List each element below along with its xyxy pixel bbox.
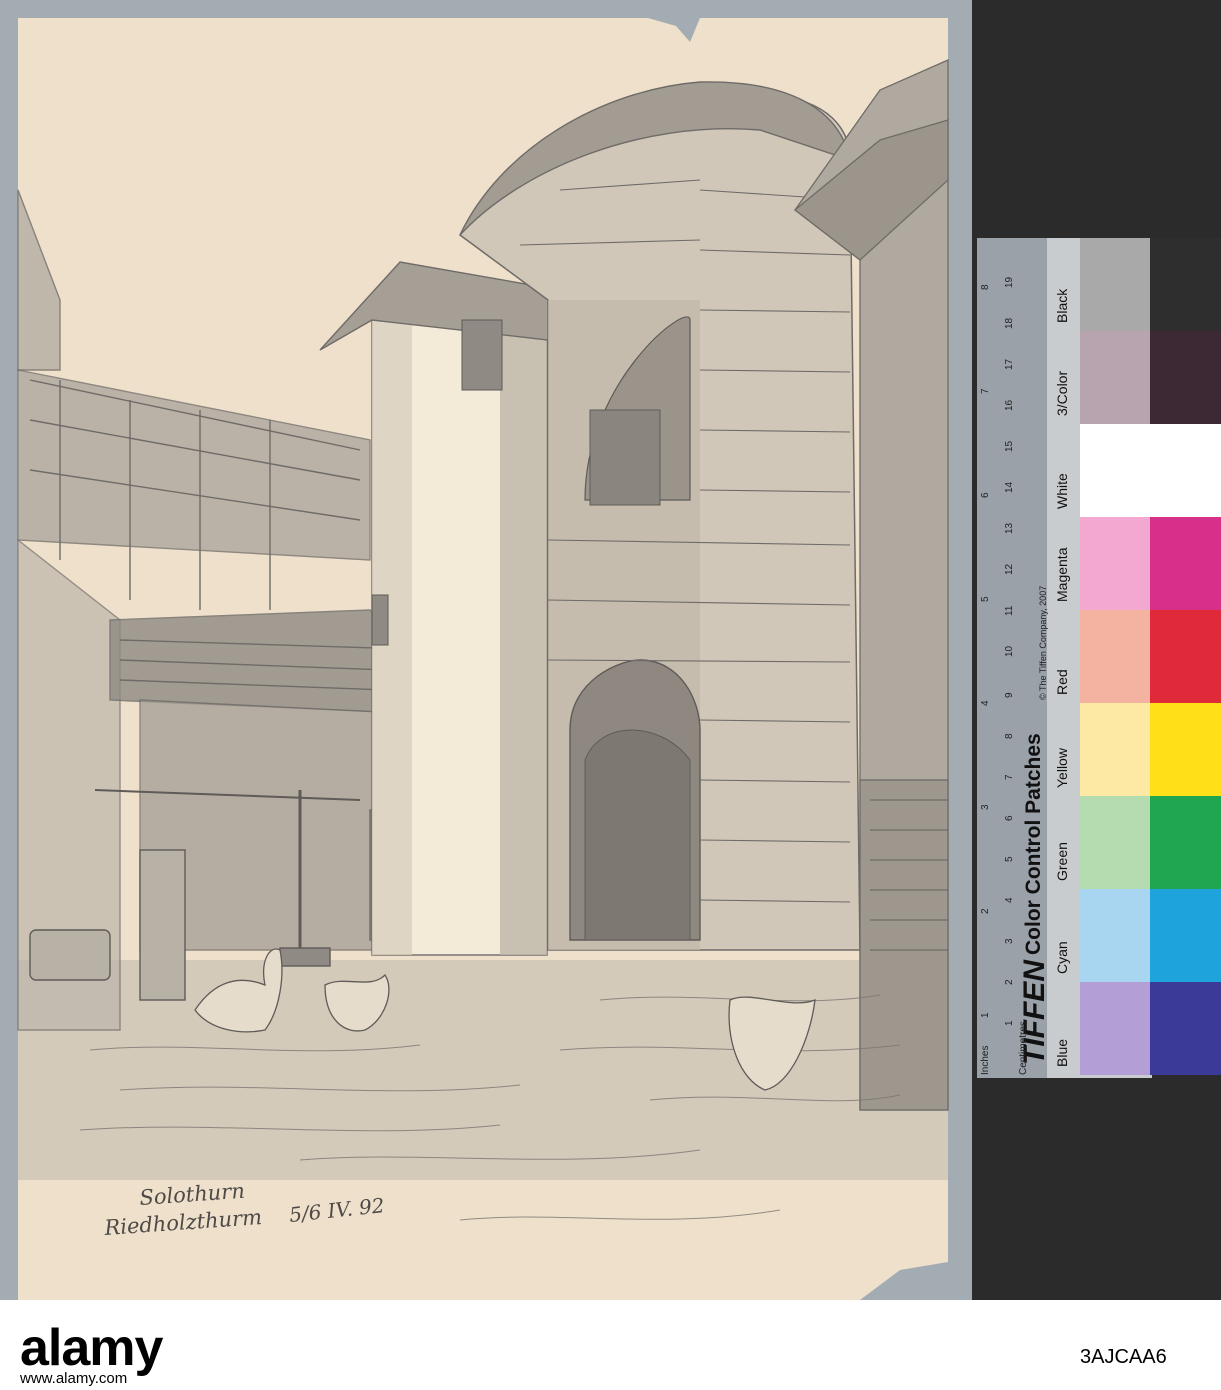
target-copyright: © The Tiffen Company, 2007	[1038, 585, 1048, 700]
inch-tick-label: 8	[980, 284, 991, 290]
cm-tick-label: 18	[1004, 317, 1015, 329]
patch-label: White	[1054, 473, 1070, 509]
cm-tick-label: 12	[1004, 563, 1015, 575]
patch-light-yellow	[1080, 703, 1150, 796]
patch-light-black	[1080, 238, 1150, 331]
patch-label: Yellow	[1054, 748, 1070, 788]
patch-dark-magenta	[1150, 517, 1221, 610]
inch-tick-label: 5	[980, 596, 991, 602]
patch-label: Cyan	[1054, 941, 1070, 974]
cm-tick-label: 15	[1004, 440, 1015, 452]
cm-tick-label: 10	[1004, 645, 1015, 657]
cm-tick-label: 7	[1004, 774, 1015, 780]
patch-dark-blue	[1150, 982, 1221, 1075]
ruler-inches-label: Inches	[980, 1045, 991, 1075]
watermark-url: www.alamy.com	[20, 1370, 128, 1387]
cm-tick-label: 13	[1004, 522, 1015, 534]
inch-tick-label: 7	[980, 388, 991, 394]
cm-tick-label: 6	[1004, 815, 1015, 821]
patch-light-cyan	[1080, 889, 1150, 982]
inscription: Solothurn Riedholzthurm 5/6 IV. 92	[103, 1179, 386, 1240]
patch-light-magenta	[1080, 517, 1150, 610]
patch-label: Black	[1054, 288, 1070, 323]
cm-tick-label: 14	[1004, 481, 1015, 493]
watermark-logo: alamy	[20, 1319, 163, 1377]
patch-dark-green	[1150, 796, 1221, 889]
watermark-footer: alamy 3AJCAA6 www.alamy.com	[0, 1300, 1221, 1390]
target-title: Color Control Patches	[1022, 733, 1045, 955]
inch-tick-label: 1	[980, 1012, 991, 1018]
inscription-date: 5/6 IV. 92	[288, 1193, 386, 1227]
patch-light-blue	[1080, 982, 1150, 1075]
inch-tick-label: 6	[980, 492, 991, 498]
ruler-cm-label: Centimetres	[1018, 1021, 1029, 1075]
patch-dark-cyan	[1150, 889, 1221, 982]
patch-light-green	[1080, 796, 1150, 889]
patch-light-3color	[1080, 331, 1150, 424]
patch-label: Magenta	[1054, 547, 1070, 602]
patch-label: Blue	[1054, 1038, 1070, 1067]
cm-tick-label: 5	[1004, 856, 1015, 862]
patch-dark-red	[1150, 610, 1221, 703]
inch-tick-label: 3	[980, 804, 991, 810]
watermark-image-id: 3AJCAA6	[1080, 1346, 1167, 1368]
cm-tick-label: 1	[1004, 1020, 1015, 1026]
inscription-line2: Riedholzthurm	[103, 1205, 263, 1240]
inch-tick-label: 4	[980, 700, 991, 706]
patch-label: 3/Color	[1054, 370, 1070, 416]
cm-tick-label: 8	[1004, 733, 1015, 739]
cm-tick-label: 9	[1004, 692, 1015, 698]
scan-background: Solothurn Riedholzthurm 5/6 IV. 92 TIFFE…	[0, 0, 1221, 1300]
inch-tick-label: 2	[980, 908, 991, 914]
patch-label: Red	[1054, 669, 1070, 695]
cm-tick-label: 16	[1004, 399, 1015, 411]
patch-light-red	[1080, 610, 1150, 703]
cm-tick-label: 11	[1004, 605, 1015, 616]
inscription-line1: Solothurn	[139, 1179, 246, 1210]
patch-dark-yellow	[1150, 703, 1221, 796]
patch-light-white	[1080, 424, 1150, 517]
cm-tick-label: 19	[1004, 276, 1015, 288]
cm-tick-label: 4	[1004, 897, 1015, 903]
paper-tear	[648, 18, 700, 42]
patch-label: Green	[1054, 842, 1070, 881]
patch-dark-white	[1150, 424, 1221, 517]
patch-dark-3color	[1150, 331, 1221, 424]
paper-tear-bottom	[860, 1262, 948, 1300]
patch-dark-black	[1150, 238, 1221, 331]
cm-tick-label: 17	[1004, 358, 1015, 370]
cm-tick-label: 3	[1004, 938, 1015, 944]
cm-tick-label: 2	[1004, 979, 1015, 985]
